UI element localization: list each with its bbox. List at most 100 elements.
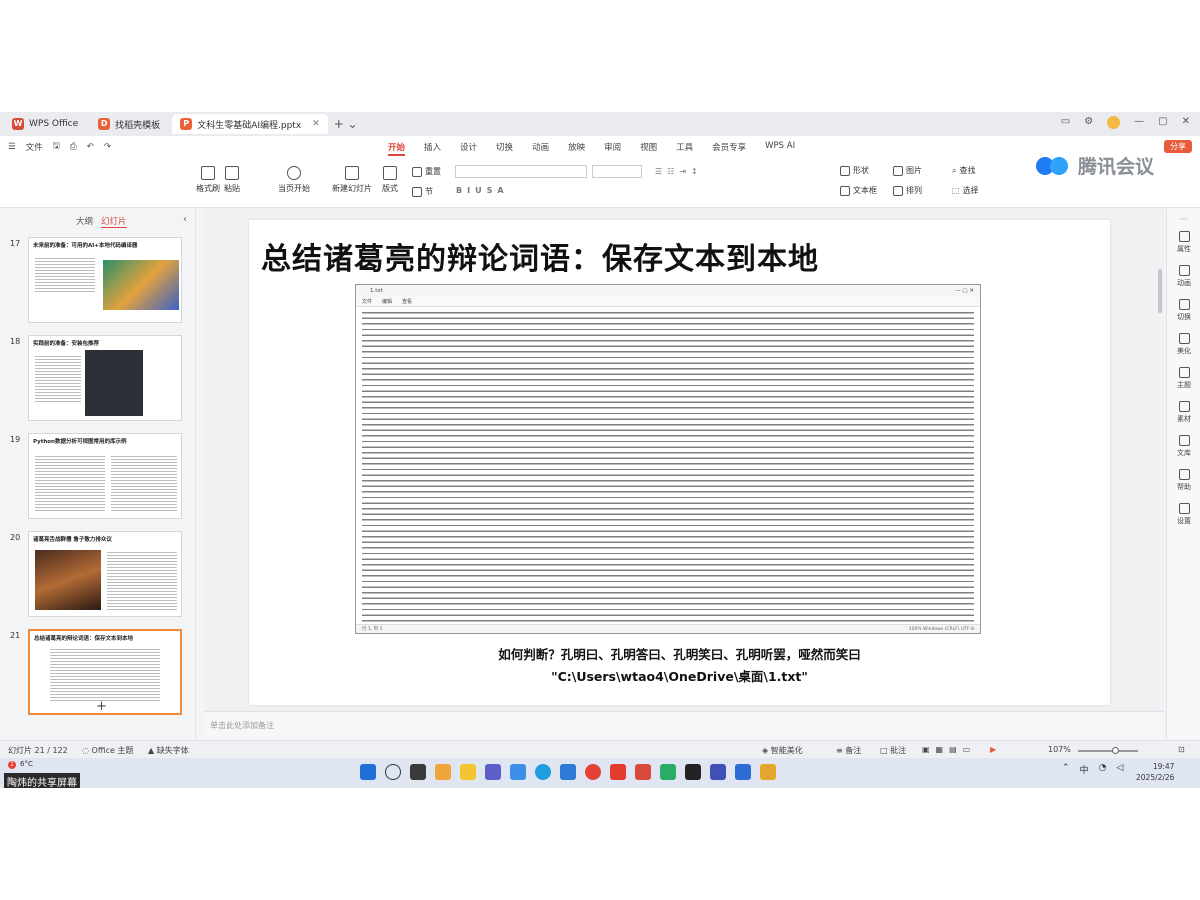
settings-icon[interactable]: ⚙ [1084, 116, 1093, 129]
sidebar-item-animation[interactable]: 动画 [1167, 265, 1200, 288]
avatar[interactable] [1107, 116, 1121, 129]
notes-toggle[interactable]: ≡ 备注 [836, 745, 861, 756]
zoom-slider-handle[interactable] [1112, 747, 1119, 754]
theme-name[interactable]: ◌ Office 主题 [82, 745, 133, 756]
slide-thumbnail-18[interactable]: 实践前的准备：安装包推荐 [28, 335, 182, 421]
chrome-icon[interactable] [585, 764, 601, 780]
find-button[interactable]: ⌕ 查找 [952, 165, 975, 176]
arrange-button[interactable]: 排列 [893, 185, 922, 196]
collapse-panel-icon[interactable]: ‹ [183, 214, 187, 225]
layout-icon[interactable]: ▭ [1061, 116, 1070, 129]
indent-icon[interactable]: ⇥ [679, 167, 686, 176]
vertical-scrollbar[interactable] [1158, 269, 1162, 313]
save-icon[interactable]: 🖫 [53, 140, 60, 154]
ribbon-tab-design[interactable]: 设计 [460, 141, 477, 156]
slide-thumbnail-20[interactable]: 诸葛亮舌战群儒 鲁子敬力排众议 [28, 531, 182, 617]
share-button[interactable]: 分享 [1164, 140, 1192, 153]
windows-start-icon[interactable] [360, 764, 376, 780]
tab-pptx[interactable]: P 文科生零基础AI编程.pptx ✕ [172, 114, 328, 134]
sidebar-item-settings[interactable]: 设置 [1167, 503, 1200, 526]
more-icon[interactable]: ⋯ [1167, 215, 1200, 223]
sidebar-item-transition[interactable]: 切换 [1167, 299, 1200, 322]
comments-toggle[interactable]: □ 批注 [880, 745, 906, 756]
store-icon[interactable] [510, 764, 526, 780]
zoom-slider[interactable] [1078, 750, 1138, 752]
font-size-select[interactable] [592, 165, 642, 178]
font-color-icon[interactable]: A [497, 186, 503, 195]
teams-icon[interactable] [485, 764, 501, 780]
sidebar-item-library[interactable]: 文库 [1167, 435, 1200, 458]
slide-caption-question[interactable]: 如何判断？孔明曰、孔明答曰、孔明笑曰、孔明听罢，哑然而笑曰 [249, 644, 1110, 663]
ribbon-tab-tools[interactable]: 工具 [676, 141, 693, 156]
slide-title[interactable]: 总结诸葛亮的辩论词语：保存文本到本地 [261, 234, 819, 278]
app-icon[interactable] [710, 764, 726, 780]
bold-icon[interactable]: B [456, 186, 462, 195]
minimize-icon[interactable]: — [1134, 116, 1144, 129]
file-menu[interactable]: 文件 [26, 141, 43, 153]
close-icon[interactable]: ✕ [312, 119, 320, 129]
mail-icon[interactable] [560, 764, 576, 780]
chevron-up-icon[interactable]: ⌃ [1062, 763, 1070, 776]
ribbon-tab-transition[interactable]: 切换 [496, 141, 513, 156]
line-spacing-icon[interactable]: ↕ [691, 167, 698, 176]
sidebar-item-properties[interactable]: 属性 [1167, 231, 1200, 254]
wps-office-icon[interactable] [635, 764, 651, 780]
format-painter-button[interactable]: 格式刷 [196, 166, 220, 194]
ime-indicator[interactable]: 中 [1080, 763, 1089, 776]
task-view-icon[interactable] [410, 764, 426, 780]
numbered-list-icon[interactable]: ☷ [667, 167, 674, 176]
section-button[interactable]: 节 [412, 186, 433, 197]
hamburger-icon[interactable]: ☰ [8, 142, 16, 152]
font-family-select[interactable] [455, 165, 587, 178]
picture-button[interactable]: 图片 [893, 165, 922, 176]
current-slide[interactable]: 总结诸葛亮的辩论词语：保存文本到本地 1.txt — ▢ ✕ 文件 编辑 查看 … [249, 220, 1110, 705]
slide-caption-path[interactable]: "C:\Users\wtao4\OneDrive\桌面\1.txt" [249, 666, 1110, 685]
textbox-button[interactable]: 文本框 [840, 185, 877, 196]
smart-beautify-button[interactable]: ◈ 智能美化 [762, 745, 803, 756]
layout-button[interactable]: 版式 [382, 166, 398, 194]
ribbon-tab-insert[interactable]: 插入 [424, 141, 441, 156]
start-from-current-button[interactable]: 当页开始 [278, 166, 310, 194]
new-slide-button[interactable]: 新建幻灯片 [332, 166, 372, 194]
weather-temperature[interactable]: 6°C [20, 760, 33, 768]
ribbon-tab-slideshow[interactable]: 放映 [568, 141, 585, 156]
underline-icon[interactable]: U [475, 186, 482, 195]
undo-icon[interactable]: ↶ [87, 142, 94, 152]
slide-thumbnail-17[interactable]: 未来前的准备：可用的AI+本地代码编译器 [28, 237, 182, 323]
system-clock[interactable]: 19:47 2025/2/26 [1136, 761, 1174, 783]
wechat-icon[interactable] [660, 764, 676, 780]
redo-icon[interactable]: ↷ [104, 142, 111, 152]
folder-icon[interactable] [760, 764, 776, 780]
close-window-icon[interactable]: ✕ [1182, 116, 1190, 129]
search-icon[interactable] [385, 764, 401, 780]
tab-outline[interactable]: 大纲 [76, 215, 93, 228]
paste-button[interactable]: 粘贴 [224, 166, 240, 194]
tab-wps-office[interactable]: W WPS Office [4, 114, 86, 134]
ribbon-tab-wps-ai[interactable]: WPS AI [765, 141, 795, 156]
notes-pane[interactable]: 单击此处添加备注 [204, 711, 1164, 739]
add-tab-icon[interactable]: + ⌄ [334, 117, 358, 131]
view-mode-icons[interactable]: ▣▦▤▭ [922, 745, 976, 754]
edge-icon[interactable] [535, 764, 551, 780]
volume-icon[interactable]: ◁ [1116, 763, 1123, 776]
file-explorer-icon[interactable] [460, 764, 476, 780]
ribbon-tab-animation[interactable]: 动画 [532, 141, 549, 156]
strikethrough-icon[interactable]: S [487, 186, 493, 195]
sidebar-item-help[interactable]: 帮助 [1167, 469, 1200, 492]
sidebar-item-theme[interactable]: 主题 [1167, 367, 1200, 390]
shape-button[interactable]: 形状 [840, 165, 869, 176]
restore-icon[interactable]: ▢ [1158, 116, 1167, 129]
bullet-list-icon[interactable]: ☰ [655, 167, 662, 176]
print-icon[interactable]: ⎙ [70, 142, 77, 152]
italic-icon[interactable]: I [467, 186, 470, 195]
pycharm-icon[interactable] [685, 764, 701, 780]
sidebar-item-assets[interactable]: 素材 [1167, 401, 1200, 424]
ribbon-tab-review[interactable]: 审阅 [604, 141, 621, 156]
tab-template[interactable]: D 找稻壳模板 [90, 114, 168, 134]
missing-font[interactable]: ▲ 缺失字体 [148, 745, 189, 756]
network-icon[interactable]: ◔ [1099, 763, 1107, 776]
reset-button[interactable]: 重置 [412, 166, 441, 177]
add-slide-button[interactable]: + [96, 699, 107, 714]
ribbon-tab-home[interactable]: 开始 [388, 141, 406, 156]
ribbon-tab-member[interactable]: 会员专享 [712, 141, 746, 156]
